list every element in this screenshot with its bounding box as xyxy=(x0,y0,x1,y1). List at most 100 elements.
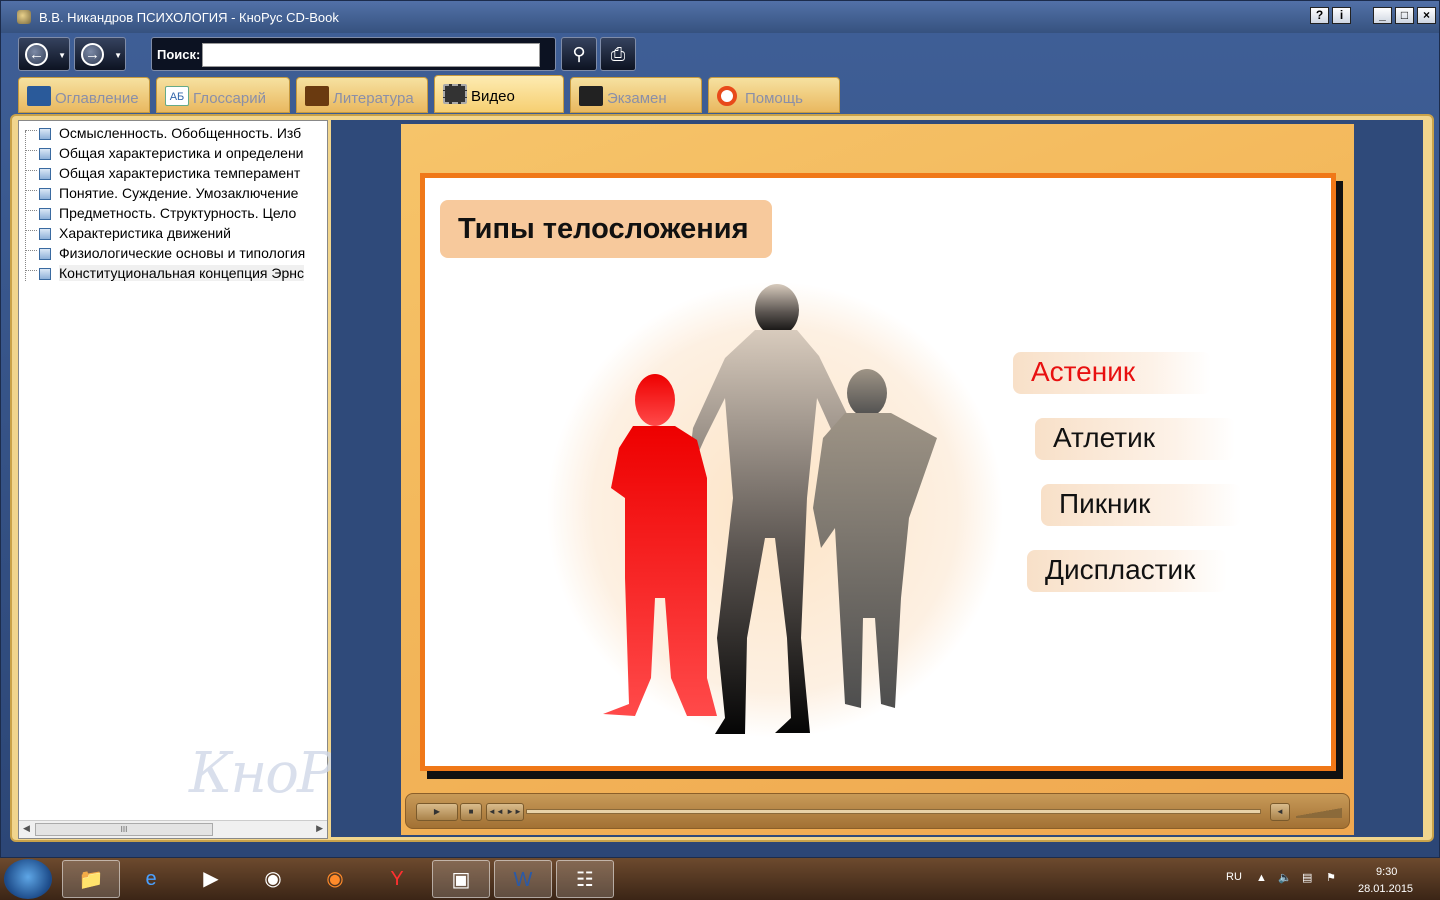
print-button[interactable]: ⎙ xyxy=(600,37,636,71)
playback-controls: ▶ ■ ◄◄ ►► ◄ xyxy=(405,793,1350,829)
tab-label: Помощь xyxy=(745,90,803,107)
photos-taskbar-button[interactable]: ▣ xyxy=(432,860,490,898)
tree-item-selected[interactable]: Конституциональная концепция Эрнс xyxy=(25,264,325,284)
media-player-icon: ▶ xyxy=(203,868,219,890)
silhouettes-illustration xyxy=(547,282,1003,738)
back-button[interactable]: ← ▼ xyxy=(18,37,70,71)
tree-item[interactable]: Осмысленность. Обобщенность. Изб xyxy=(25,124,325,144)
tree-item[interactable]: Общая характеристика темперамент xyxy=(25,164,325,184)
clock-date[interactable]: 28.01.2015 xyxy=(1358,883,1413,895)
minimize-button[interactable]: _ xyxy=(1373,7,1392,24)
page-icon xyxy=(39,168,51,180)
arrow-left-icon: ← xyxy=(25,43,48,66)
chevron-down-icon: ▼ xyxy=(58,51,66,60)
firefox-icon: ◉ xyxy=(326,868,344,890)
printer-icon: ⎙ xyxy=(610,44,626,64)
search-label: Поиск: xyxy=(157,47,201,62)
taskbar: 📁 e ▶ ◉ ◉ Y ▣ W ☷ RU ▲ 🔈 ▤ ⚑ 9:30 28.01.… xyxy=(0,858,1440,900)
action-center-icon[interactable]: ⚑ xyxy=(1326,871,1336,884)
page-icon xyxy=(39,148,51,160)
ie-icon: e xyxy=(145,868,157,890)
scroll-left-icon[interactable]: ◀ xyxy=(23,823,30,834)
language-indicator[interactable]: RU xyxy=(1226,871,1242,883)
contents-tree[interactable]: Осмысленность. Обобщенность. Изб Общая х… xyxy=(18,120,394,839)
type-pyknic[interactable]: Пикник xyxy=(1041,484,1241,526)
play-button[interactable]: ▶ xyxy=(416,803,458,821)
tab-exam[interactable]: Экзамен xyxy=(570,77,702,113)
maximize-button[interactable]: □ xyxy=(1395,7,1414,24)
page-icon xyxy=(39,128,51,140)
start-button[interactable] xyxy=(4,859,52,899)
arrow-right-icon: → xyxy=(81,43,104,66)
picture-icon: ▣ xyxy=(451,869,471,891)
tab-contents[interactable]: Оглавление xyxy=(18,77,150,113)
tab-label: Видео xyxy=(471,88,515,105)
books-icon xyxy=(305,86,329,106)
rewind-forward-button[interactable]: ◄◄ ►► xyxy=(486,803,524,821)
knorus-taskbar-button[interactable]: ☷ xyxy=(556,860,614,898)
clock-time[interactable]: 9:30 xyxy=(1376,866,1397,878)
tree-item[interactable]: Характеристика движений xyxy=(25,224,325,244)
tab-label: Оглавление xyxy=(55,90,139,107)
tree-item[interactable]: Общая характеристика и определени xyxy=(25,144,325,164)
tab-literature[interactable]: Литература xyxy=(296,77,428,113)
tab-label: Экзамен xyxy=(607,90,667,107)
forward-button[interactable]: → ▼ xyxy=(74,37,126,71)
magnifier-icon: ⚲ xyxy=(572,44,586,64)
volume-button[interactable]: ◄ xyxy=(1270,803,1290,821)
page-icon xyxy=(39,208,51,220)
info-button[interactable]: i xyxy=(1332,7,1351,24)
firefox-taskbar-button[interactable]: ◉ xyxy=(306,860,364,898)
type-athletic[interactable]: Атлетик xyxy=(1035,418,1235,460)
film-icon xyxy=(443,84,467,104)
seek-slider[interactable] xyxy=(526,809,1261,814)
network-icon[interactable]: ▤ xyxy=(1302,871,1312,884)
tab-help[interactable]: Помощь xyxy=(708,77,840,113)
tree-item[interactable]: Предметность. Структурность. Цело xyxy=(25,204,325,224)
horizontal-scrollbar[interactable]: ◀ III ▶ xyxy=(19,820,327,838)
chevron-down-icon: ▼ xyxy=(114,51,122,60)
yandex-taskbar-button[interactable]: Y xyxy=(368,860,426,898)
title-bar: В.В. Никандров ПСИХОЛОГИЯ - КноРус CD-Bo… xyxy=(1,1,1439,33)
tree-item[interactable]: Физиологические основы и типология xyxy=(25,244,325,264)
book-icon xyxy=(27,86,51,106)
ie-taskbar-button[interactable]: e xyxy=(122,860,180,898)
word-taskbar-button[interactable]: W xyxy=(494,860,552,898)
tab-video[interactable]: Видео xyxy=(434,75,564,113)
page-icon xyxy=(39,248,51,260)
media-taskbar-button[interactable]: ▶ xyxy=(182,860,240,898)
search-button[interactable]: ⚲ xyxy=(561,37,597,71)
volume-slider[interactable] xyxy=(1296,806,1342,818)
tab-glossary[interactable]: АБ Глоссарий xyxy=(156,77,290,113)
chrome-taskbar-button[interactable]: ◉ xyxy=(244,860,302,898)
slide-title: Типы телосложения xyxy=(440,200,772,258)
yandex-icon: Y xyxy=(390,868,404,890)
volume-icon[interactable]: 🔈 xyxy=(1278,871,1292,884)
search-input[interactable] xyxy=(202,43,540,67)
scroll-right-icon[interactable]: ▶ xyxy=(316,823,323,834)
folder-icon: 📁 xyxy=(78,869,104,891)
scroll-thumb[interactable]: III xyxy=(35,823,213,836)
stop-button[interactable]: ■ xyxy=(460,803,482,821)
lifebuoy-icon xyxy=(717,86,737,106)
window-title: В.В. Никандров ПСИХОЛОГИЯ - КноРус CD-Bo… xyxy=(39,10,339,25)
knorus-icon: ☷ xyxy=(576,869,594,891)
search-box: Поиск: xyxy=(151,37,556,71)
show-hidden-icons-icon[interactable]: ▲ xyxy=(1256,872,1267,884)
tree-item[interactable]: Понятие. Суждение. Умозаключение xyxy=(25,184,325,204)
tab-label: Глоссарий xyxy=(193,90,266,107)
page-icon xyxy=(39,188,51,200)
chrome-icon: ◉ xyxy=(264,868,282,890)
context-help-button[interactable]: ? xyxy=(1310,7,1329,24)
abc-icon: АБ xyxy=(165,86,189,106)
graduation-cap-icon xyxy=(579,86,603,106)
tab-label: Литература xyxy=(333,90,414,107)
explorer-taskbar-button[interactable]: 📁 xyxy=(62,860,120,898)
type-asthenic[interactable]: Астеник xyxy=(1013,352,1211,394)
type-dysplastic[interactable]: Диспластик xyxy=(1027,550,1227,592)
app-icon xyxy=(17,10,31,24)
page-icon xyxy=(39,228,51,240)
word-icon: W xyxy=(513,869,533,891)
page-icon xyxy=(39,268,51,280)
close-button[interactable]: × xyxy=(1417,7,1436,24)
